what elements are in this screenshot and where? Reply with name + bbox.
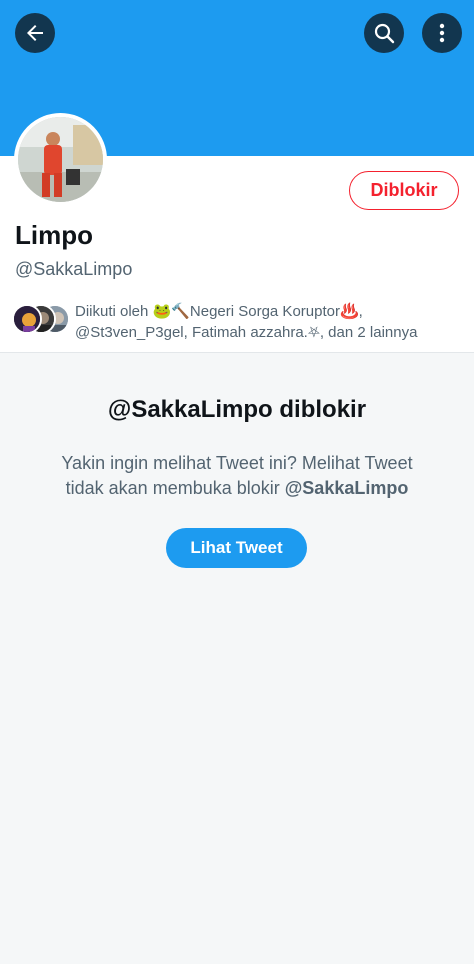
- followed-by-section[interactable]: Diikuti oleh 🐸🔨Negeri Sorga Koruptor♨️, …: [12, 301, 462, 345]
- follower-avatar: [12, 304, 42, 334]
- arrow-left-icon: [27, 25, 43, 41]
- blocked-description-handle: @SakkaLimpo: [284, 478, 409, 498]
- view-tweets-button[interactable]: Lihat Tweet: [166, 528, 307, 568]
- back-button[interactable]: [15, 13, 55, 53]
- followed-by-line-2: @St3ven_P3gel, Fatimah azzahra.⛧, dan 2 …: [75, 324, 418, 341]
- more-options-button[interactable]: [422, 13, 462, 53]
- search-button[interactable]: [364, 13, 404, 53]
- followed-by-line-1: Diikuti oleh 🐸🔨Negeri Sorga Koruptor♨️,: [75, 303, 363, 320]
- blocked-notice: @SakkaLimpo diblokir Yakin ingin melihat…: [0, 353, 474, 964]
- display-name: Limpo: [15, 220, 93, 250]
- more-vertical-icon: [439, 23, 445, 43]
- blocked-description: Yakin ingin melihat Tweet ini? Melihat T…: [40, 451, 434, 501]
- followed-by-text: Diikuti oleh 🐸🔨Negeri Sorga Koruptor♨️, …: [75, 301, 465, 343]
- blocked-title: @SakkaLimpo diblokir: [107, 396, 367, 423]
- user-handle: @SakkaLimpo: [15, 259, 133, 279]
- search-icon: [374, 23, 395, 44]
- profile-avatar[interactable]: [14, 113, 107, 206]
- blocked-button[interactable]: Diblokir: [349, 171, 459, 210]
